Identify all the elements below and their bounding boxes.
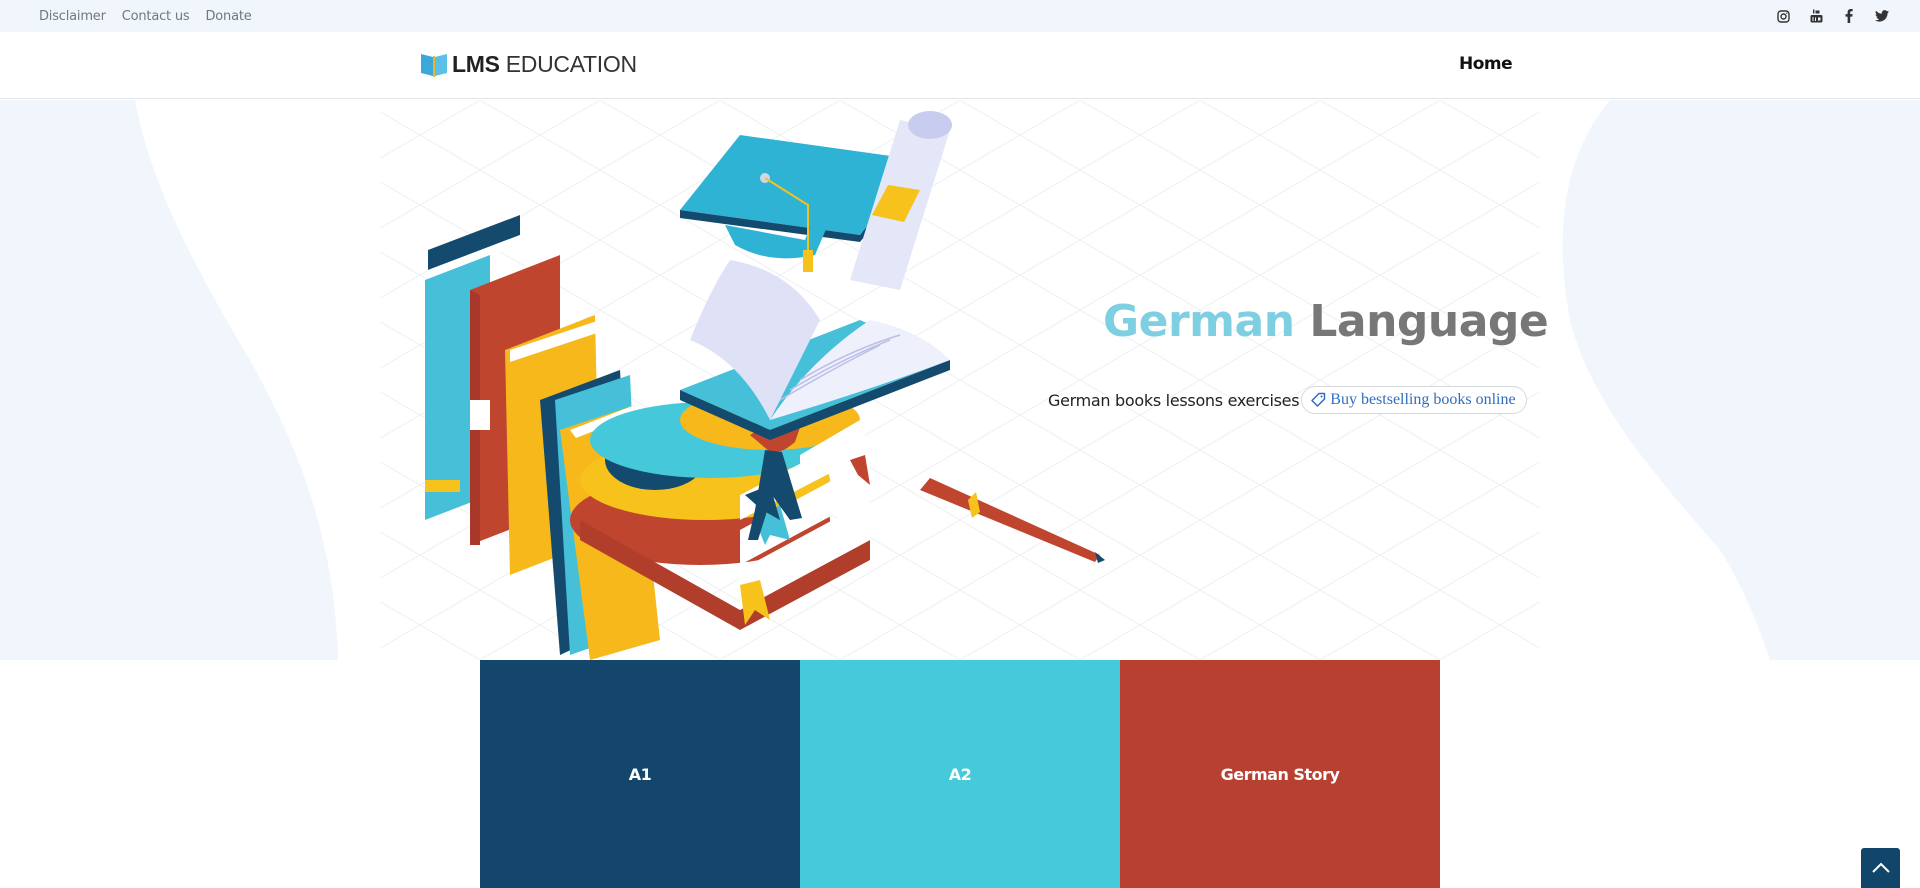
logo-text-regular: EDUCATION: [499, 50, 637, 77]
scroll-to-top-button[interactable]: [1861, 848, 1900, 888]
buy-books-label: Buy bestselling books online: [1330, 391, 1516, 408]
hero-subtitle-row: German books lessons exercises Buy bests…: [1048, 386, 1527, 414]
hero-section: German Language German books lessons exe…: [0, 100, 1920, 660]
card-german-story[interactable]: German Story: [1120, 660, 1440, 888]
open-book: [680, 260, 950, 440]
level-cards: A1 A2 German Story: [480, 660, 1440, 888]
navbar: LMS EDUCATION Home: [0, 32, 1920, 99]
site-logo[interactable]: LMS EDUCATION: [420, 50, 637, 78]
hero-title-german: German: [1103, 296, 1295, 347]
instagram-icon[interactable]: [1775, 8, 1791, 24]
twitter-icon[interactable]: [1874, 8, 1890, 24]
card-a1-label: A1: [628, 764, 652, 784]
hero-title-language: Language: [1294, 296, 1549, 347]
social-links: [1775, 0, 1890, 32]
left-wave-shape: [0, 100, 338, 660]
hero-subtitle: German books lessons exercises: [1048, 390, 1300, 410]
buy-books-button[interactable]: Buy bestselling books online: [1301, 386, 1527, 414]
facebook-icon[interactable]: [1841, 8, 1857, 24]
hero-title: German Language: [1103, 296, 1549, 347]
open-book-logo-icon: [421, 54, 447, 77]
logo-text-bold: LMS: [452, 50, 500, 77]
card-a2[interactable]: A2: [800, 660, 1120, 888]
tag-icon: [1311, 392, 1326, 407]
pencil: [920, 478, 1105, 563]
card-german-story-label: German Story: [1220, 764, 1340, 784]
contact-us-link[interactable]: Contact us: [122, 9, 190, 24]
youtube-icon[interactable]: [1808, 8, 1824, 24]
books-graduation-illustration: [425, 111, 1105, 660]
nav-home-link[interactable]: Home: [1459, 54, 1513, 74]
right-wave-shape: [1562, 100, 1920, 660]
card-a1[interactable]: A1: [480, 660, 800, 888]
top-bar: Disclaimer Contact us Donate: [0, 0, 1920, 32]
disclaimer-link[interactable]: Disclaimer: [39, 9, 106, 24]
card-a2-label: A2: [948, 764, 972, 784]
top-links: Disclaimer Contact us Donate: [39, 0, 252, 32]
donate-link[interactable]: Donate: [205, 9, 251, 24]
chevron-up-icon: [1871, 862, 1890, 873]
